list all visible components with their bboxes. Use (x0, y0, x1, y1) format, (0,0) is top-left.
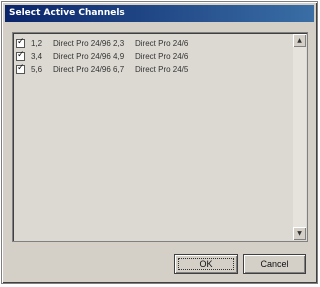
channel-row[interactable]: 3,4 Direct Pro 24/96 4,9 Direct Pro 24/6 (16, 50, 291, 62)
channel-checkbox[interactable] (16, 37, 25, 48)
title-bar[interactable]: Select Active Channels (5, 5, 314, 22)
channel-list[interactable]: 1,2 Direct Pro 24/96 2,3 Direct Pro 24/6… (12, 32, 308, 242)
channel-format: Direct Pro 24/6 (135, 38, 189, 48)
channel-device: Direct Pro 24/96 6,7 (53, 64, 125, 74)
channel-number: 3,4 (31, 51, 43, 61)
scroll-down-arrow-icon[interactable]: ▼ (293, 227, 306, 240)
channel-checkbox[interactable] (16, 63, 25, 74)
scroll-up-arrow-icon[interactable]: ▲ (293, 34, 306, 47)
channel-device: Direct Pro 24/96 4,9 (53, 51, 125, 61)
channel-device: Direct Pro 24/96 2,3 (53, 38, 125, 48)
channel-number: 1,2 (31, 38, 43, 48)
channel-row[interactable]: 5,6 Direct Pro 24/96 6,7 Direct Pro 24/5 (16, 63, 291, 75)
channel-format: Direct Pro 24/5 (135, 64, 189, 74)
vertical-scrollbar[interactable]: ▲ ▼ (293, 34, 306, 240)
channel-row[interactable]: 1,2 Direct Pro 24/96 2,3 Direct Pro 24/6 (16, 37, 291, 49)
channel-number: 5,6 (31, 64, 43, 74)
select-active-channels-dialog: Select Active Channels 1,2 Direct Pro 24… (1, 1, 318, 284)
cancel-button[interactable]: Cancel (243, 254, 306, 274)
channel-checkbox[interactable] (16, 50, 25, 61)
window-title: Select Active Channels (9, 8, 125, 18)
ok-button[interactable]: OK (174, 254, 238, 274)
channel-format: Direct Pro 24/6 (135, 51, 189, 61)
